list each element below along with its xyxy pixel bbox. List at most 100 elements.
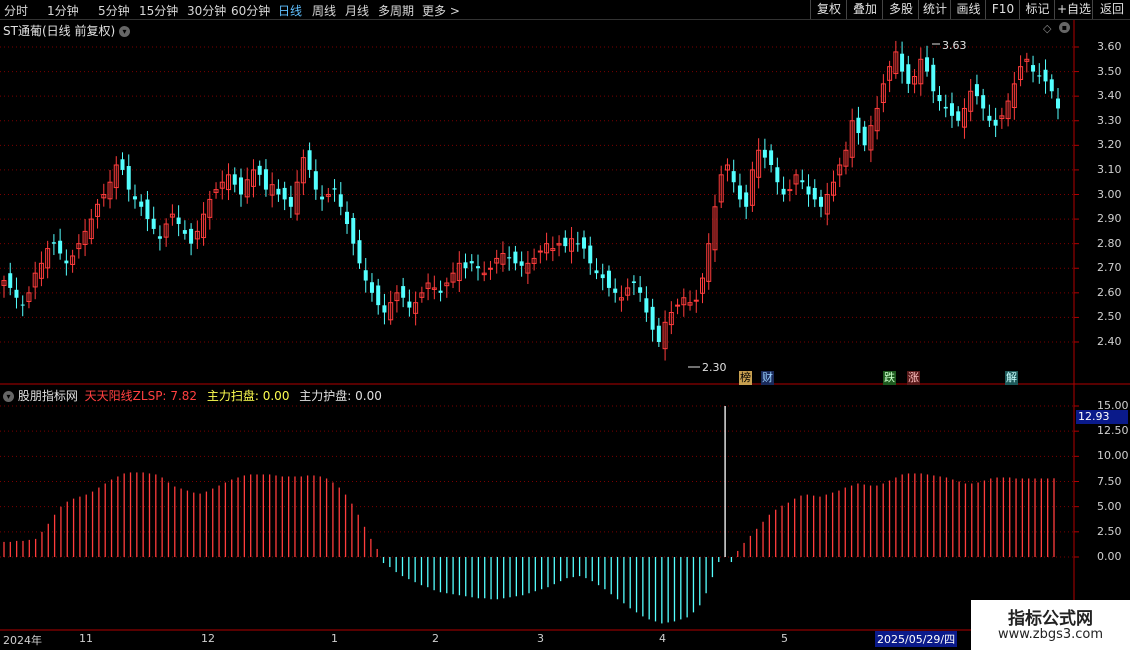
statistics-button[interactable]: 统计 (918, 0, 951, 19)
candle-body-up (450, 272, 456, 283)
candle-body-up (207, 198, 213, 218)
mark-button[interactable]: 标记 (1019, 0, 1055, 19)
candle-body-down (737, 185, 742, 200)
candle-body-down (363, 270, 368, 281)
candle-body-up (1024, 58, 1030, 62)
candle-body-up (76, 243, 82, 250)
candle-body-down (257, 165, 262, 175)
time-label: 12 (201, 632, 215, 645)
candle-body-up (1005, 100, 1011, 120)
candle-body-up (101, 194, 107, 199)
candle-body-up (718, 174, 724, 203)
time-label: 2024年 (3, 634, 42, 647)
event-marker[interactable]: 跌 (883, 371, 896, 385)
settings-circle-icon[interactable]: ▪ (1059, 22, 1070, 33)
candle-body-up (849, 120, 855, 158)
period-toolbar: 分时 1分钟 5分钟 15分钟 30分钟 60分钟 日线 周线 月线 多周期 更… (0, 0, 1130, 20)
candle-body-up (1018, 66, 1024, 80)
candle-body-down (51, 242, 56, 244)
f10-button[interactable]: F10 (985, 0, 1020, 19)
chevron-right-icon: > (449, 4, 460, 18)
stock-title: ST通葡(日线 前复权) (3, 24, 116, 38)
period-tab-daily[interactable]: 日线 (278, 2, 302, 19)
candle-body-down (139, 201, 144, 207)
candle-body-up (219, 181, 225, 189)
period-tab-monthly[interactable]: 月线 (345, 2, 369, 19)
event-marker[interactable]: 解 (1005, 371, 1018, 385)
candle-body-up (163, 223, 169, 238)
candle-body-up (425, 282, 431, 289)
candle-body-up (194, 230, 200, 240)
candle-body-down (357, 240, 362, 264)
candle-body-down (900, 53, 905, 72)
candle-body-down (475, 266, 480, 269)
period-tab-30min[interactable]: 30分钟 (187, 2, 226, 19)
price-tick: 2.90 (1097, 212, 1122, 226)
adjust-button[interactable]: 复权 (810, 0, 847, 19)
draw-line-button[interactable]: 画线 (950, 0, 986, 19)
indicator-title-bar: ▾ 股朋指标网 天天阳线ZLSP: 7.82 主力扫盘: 0.00 主力护盘: … (3, 387, 382, 404)
candle-body-up (456, 262, 462, 282)
diamond-icon[interactable]: ◇ (1043, 22, 1051, 35)
candle-body-up (675, 304, 681, 307)
candle-body-down (594, 270, 599, 274)
period-tab-60min[interactable]: 60分钟 (231, 2, 270, 19)
event-marker[interactable]: 榜 (739, 371, 752, 385)
stock-title-bar: ST通葡(日线 前复权) ▾ (3, 22, 130, 39)
candle-body-down (856, 117, 861, 134)
sweep-label: 主力扫盘: (206, 389, 259, 403)
candle-body-up (394, 292, 400, 302)
candle-body-down (937, 94, 942, 102)
candle-body-down (151, 218, 156, 229)
candle-body-down (1037, 75, 1042, 77)
price-tick: 3.40 (1097, 89, 1122, 103)
candle-body-down (762, 149, 767, 158)
guard-label: 主力护盘: (299, 389, 352, 403)
candle-body-down (906, 64, 911, 84)
candle-body-up (893, 51, 899, 75)
event-marker[interactable]: 涨 (907, 371, 920, 385)
candle-body-down (332, 188, 337, 190)
chevron-down-icon[interactable]: ▾ (118, 26, 130, 37)
candle-body-down (313, 171, 318, 190)
back-button[interactable]: 返回 (1092, 0, 1130, 19)
period-tab-multi[interactable]: 多周期 (378, 2, 414, 19)
candle-body-down (369, 282, 374, 293)
candle-body-up (26, 292, 32, 302)
period-tab-more[interactable]: 更多 > (422, 2, 460, 19)
price-tick: 3.00 (1097, 187, 1122, 201)
candle-body-down (382, 305, 387, 313)
chevron-down-icon[interactable]: ▾ (3, 391, 14, 402)
candle-body-down (1049, 79, 1054, 92)
candle-body-down (981, 95, 986, 109)
candle-body-up (300, 157, 306, 184)
period-tab-5min[interactable]: 5分钟 (98, 2, 130, 19)
period-tab-15min[interactable]: 15分钟 (139, 2, 178, 19)
candle-body-up (625, 287, 631, 296)
candle-body-down (925, 57, 930, 72)
event-marker[interactable]: 财 (761, 371, 774, 385)
price-tick: 2.60 (1097, 285, 1122, 299)
price-tick: 2.80 (1097, 236, 1122, 250)
add-watchlist-button[interactable]: +自选 (1054, 0, 1093, 19)
period-tab-timeshare[interactable]: 分时 (4, 2, 28, 19)
candle-body-up (444, 282, 450, 287)
period-tab-weekly[interactable]: 周线 (312, 2, 336, 19)
candle-body-down (931, 64, 936, 92)
candle-body-down (58, 240, 63, 254)
candle-body-down (157, 236, 162, 239)
indicator-tick: 7.50 (1097, 474, 1122, 488)
low-price-label: 2.30 (702, 361, 727, 374)
price-tick: 3.60 (1097, 40, 1122, 53)
candle-body-up (868, 125, 874, 151)
watermark-url: www.zbgs3.com (997, 627, 1104, 642)
candle-body-up (481, 272, 487, 276)
candle-body-up (550, 248, 556, 252)
candle-body-down (1056, 98, 1060, 109)
multi-stock-button[interactable]: 多股 (882, 0, 919, 19)
candle-body-down (513, 251, 518, 264)
candle-body-up (918, 58, 924, 85)
period-tab-1min[interactable]: 1分钟 (47, 2, 79, 19)
overlay-button[interactable]: 叠加 (846, 0, 883, 19)
candle-body-up (32, 272, 38, 288)
